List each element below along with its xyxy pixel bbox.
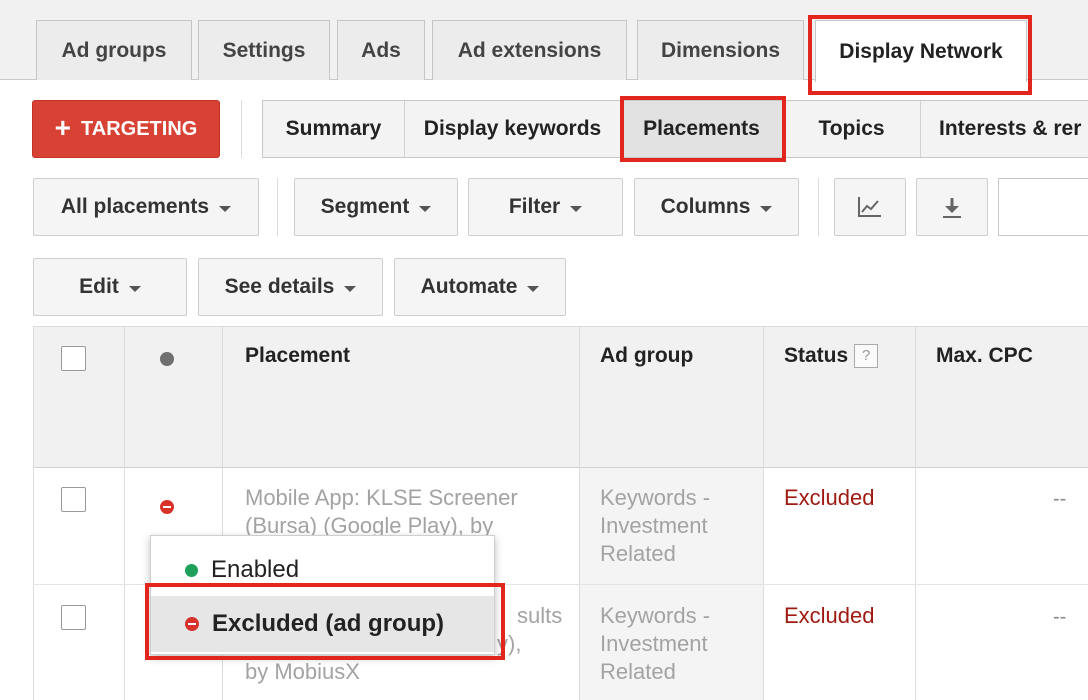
divider (241, 100, 242, 158)
enabled-status-icon (185, 563, 198, 577)
ad-group-line: Keywords - (600, 485, 711, 510)
chevron-down-icon (128, 285, 141, 292)
divider (277, 178, 278, 236)
download-button[interactable] (916, 178, 988, 236)
max-cpc-cell: -- (1053, 606, 1067, 628)
all-placements-label: All placements (60, 195, 210, 218)
dropdown-option-excluded-ad-group[interactable]: Excluded (ad group) (151, 596, 494, 652)
tab-ad-extensions[interactable]: Ad extensions (432, 20, 627, 80)
all-placements-dropdown[interactable]: All placements (33, 178, 259, 236)
subtab-summary[interactable]: Summary (263, 101, 405, 157)
automate-label: Automate (420, 275, 518, 298)
tab-dimensions[interactable]: Dimensions (637, 20, 804, 80)
dropdown-option-label: Excluded (ad group) (212, 610, 445, 637)
header-status-label: Status (784, 344, 849, 367)
subtab-topics[interactable]: Topics (783, 101, 921, 157)
excluded-status-icon[interactable] (160, 500, 174, 514)
columns-label: Columns (660, 195, 751, 218)
segment-button[interactable]: Segment (294, 178, 458, 236)
tab-settings[interactable]: Settings (198, 20, 330, 80)
tab-ads[interactable]: Ads (337, 20, 425, 80)
chevron-down-icon (344, 285, 357, 292)
column-divider (33, 326, 34, 700)
edit-button[interactable]: Edit (33, 258, 187, 316)
column-divider (763, 326, 764, 700)
ad-group-line: Keywords - (600, 603, 711, 628)
chart-button[interactable] (834, 178, 906, 236)
table-header (33, 326, 1088, 468)
see-details-button[interactable]: See details (198, 258, 383, 316)
columns-button[interactable]: Columns (634, 178, 799, 236)
dropdown-option-enabled[interactable]: Enabled (151, 542, 494, 598)
see-details-label: See details (224, 275, 335, 298)
tab-ad-groups[interactable]: Ad groups (36, 20, 192, 80)
plus-icon: + (54, 111, 72, 143)
filter-button[interactable]: Filter (468, 178, 623, 236)
ad-group-line: Related (600, 659, 676, 684)
help-icon[interactable]: ? (854, 344, 879, 369)
targeting-button[interactable]: + TARGETING (32, 100, 220, 158)
search-input[interactable] (998, 178, 1088, 236)
download-icon (943, 198, 961, 218)
header-ad-group[interactable]: Ad group (600, 344, 693, 368)
ad-group-line: Investment (600, 631, 708, 656)
subtab-placements[interactable]: Placements (621, 101, 783, 157)
edit-label: Edit (79, 275, 119, 298)
targeting-button-label: TARGETING (81, 117, 198, 140)
row-checkbox[interactable] (61, 605, 86, 630)
segment-label: Segment (320, 195, 410, 218)
ad-group-line: Related (600, 541, 676, 566)
row-checkbox[interactable] (61, 487, 86, 512)
chevron-down-icon (419, 205, 432, 212)
chevron-down-icon (219, 205, 232, 212)
subtab-interests[interactable]: Interests & rer (921, 101, 1088, 157)
chevron-down-icon (760, 205, 773, 212)
status-column-icon (160, 352, 174, 366)
ad-group-line: Investment (600, 513, 708, 538)
header-max-cpc[interactable]: Max. CPC (936, 344, 1033, 368)
status-cell: Excluded (784, 485, 875, 510)
chevron-down-icon (570, 205, 583, 212)
placement-line: Mobile App: KLSE Screener (245, 485, 518, 510)
ad-group-cell[interactable]: Keywords - Investment Related (600, 484, 710, 568)
column-divider (579, 326, 580, 700)
divider (818, 178, 819, 236)
chevron-down-icon (527, 285, 540, 292)
dropdown-option-label: Enabled (211, 556, 300, 583)
select-all-checkbox[interactable] (61, 346, 86, 371)
ad-group-cell[interactable]: Keywords - Investment Related (600, 602, 710, 686)
header-placement[interactable]: Placement (245, 344, 350, 368)
line-chart-icon (858, 197, 881, 217)
automate-button[interactable]: Automate (394, 258, 566, 316)
subtab-bar: Summary Display keywords Placements Topi… (262, 100, 1088, 158)
filter-label: Filter (508, 195, 561, 218)
status-cell: Excluded (784, 603, 875, 628)
tab-display-network[interactable]: Display Network (815, 20, 1027, 82)
header-status[interactable]: Status? (784, 344, 879, 369)
max-cpc-cell: -- (1053, 488, 1067, 510)
subtab-display-keywords[interactable]: Display keywords (405, 101, 621, 157)
status-dropdown-menu: Enabled Excluded (ad group) (150, 535, 495, 655)
excluded-status-icon (185, 617, 199, 631)
column-divider (915, 326, 916, 700)
placement-line: by MobiusX (245, 659, 360, 684)
placement-cell[interactable]: Mobile App: KLSE Screener (Bursa) (Googl… (245, 484, 518, 540)
column-divider (124, 326, 125, 700)
